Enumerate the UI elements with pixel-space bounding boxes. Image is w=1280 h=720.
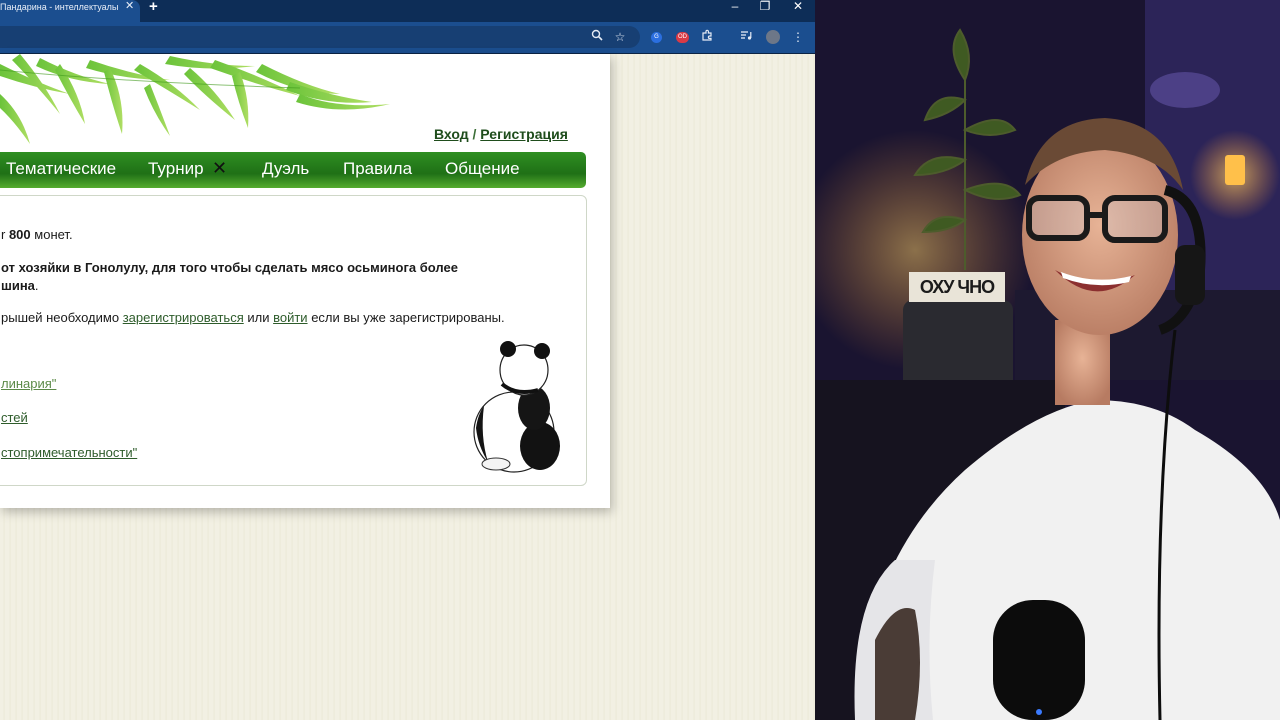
main-nav: Тематические Турнир ✕ Дуэль Правила Обще… [0,152,586,188]
nav-tournament[interactable]: Турнир ✕ [148,158,227,179]
nav-tournament-label: Турнир [148,159,204,178]
close-window-button[interactable]: ✕ [788,0,808,13]
minimize-button[interactable]: – [725,0,745,13]
webcam-scene [815,0,1280,720]
note-mid: или [247,310,270,325]
restore-button[interactable]: ❐ [755,0,775,13]
nav-rules[interactable]: Правила [343,159,412,179]
topic-link-news[interactable]: стей [1,410,28,425]
nav-duel[interactable]: Дуэль [262,159,309,179]
topic-link-news-row: стей [1,410,28,425]
topic-link-cuisine-row: линария" [1,376,56,391]
extension-red-icon[interactable]: OD [676,32,689,43]
webcam-feed: ОХУ ЧНО [815,0,1280,720]
coins-word: монет. [34,227,73,242]
address-bar[interactable] [0,26,640,48]
nav-chat[interactable]: Общение [445,159,520,179]
browser-tab[interactable]: Пандарина - интеллектуальн ✕ [0,0,140,22]
registration-note: рышей необходимо зарегистрироваться или … [1,310,505,325]
question-line-2: шина. [1,278,39,293]
question-text-1: от хозяйки в Гонолулу, для того чтобы сд… [1,260,458,275]
auth-links: Вход / Регистрация [434,126,568,142]
menu-icon[interactable]: ⋮ [790,29,806,45]
extension-blue-icon[interactable]: G [651,32,662,43]
topic-link-sights-row: стопримечательности" [1,445,137,460]
bookmark-star-icon[interactable]: ☆ [612,29,628,45]
tab-close-icon[interactable]: ✕ [125,0,134,13]
topic-link-cuisine[interactable]: линария" [1,376,56,391]
login-link[interactable]: Вход [434,126,469,142]
media-control-icon[interactable] [738,29,754,45]
profile-avatar[interactable] [766,30,780,44]
login-inline-link[interactable]: войти [273,310,307,325]
tournament-crossed-swords-icon: ✕ [212,158,228,178]
register-inline-link[interactable]: зарегистрироваться [123,310,244,325]
topic-link-sights[interactable]: стопримечательности" [1,445,137,460]
nav-thematic[interactable]: Тематические [6,159,116,179]
coins-value: 800 [8,227,31,242]
puzzle-icon[interactable] [700,29,716,45]
webcam-sign: ОХУ ЧНО [909,272,1005,302]
note-start: рышей необходимо [1,310,120,325]
auth-separator: / [472,126,477,142]
panda-illustration [473,341,560,473]
new-tab-button[interactable]: + [149,0,158,15]
bamboo-header-image [0,54,390,144]
browser-tabstrip: Пандарина - интеллектуальн ✕ + – ❐ ✕ [0,0,815,22]
zoom-icon[interactable] [589,29,605,45]
coins-line: r 800 монет. [1,227,73,242]
web-page: Вход / Регистрация Тематические Турнир ✕… [0,54,815,720]
question-text-2-end: . [34,278,39,293]
note-end: если вы уже зарегистрированы. [311,310,505,325]
question-text-2: шина [1,278,35,293]
coins-marker: r [1,227,9,242]
browser-toolbar: ☆ G OD ⋮ [0,22,815,53]
register-link[interactable]: Регистрация [480,126,568,142]
site-panel: Вход / Регистрация Тематические Турнир ✕… [0,54,610,508]
tab-title: Пандарина - интеллектуальн [0,2,118,12]
question-line-1: от хозяйки в Гонолулу, для того чтобы сд… [1,260,458,275]
